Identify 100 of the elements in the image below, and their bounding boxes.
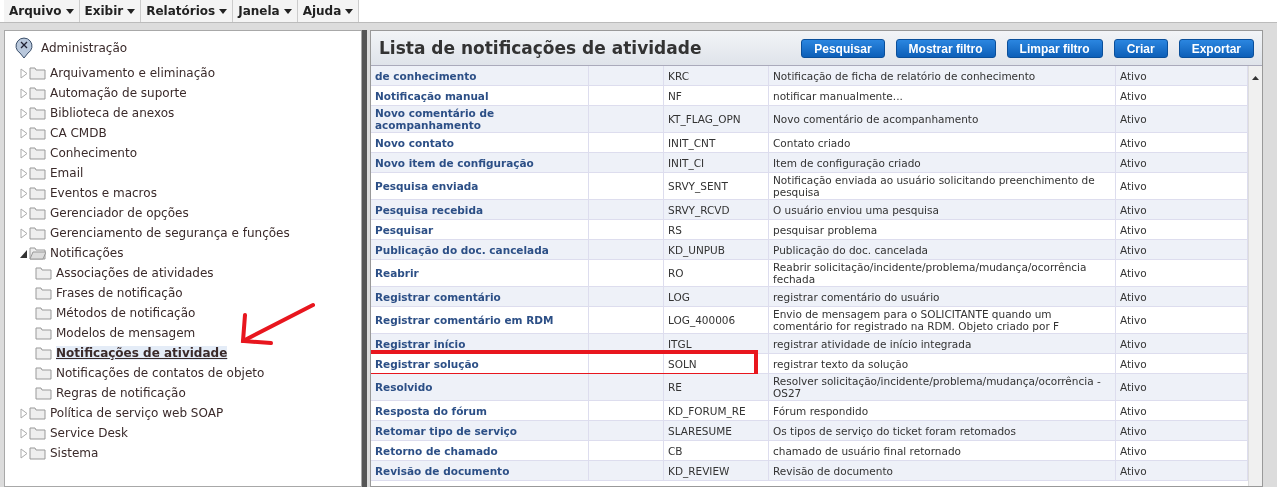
folder-icon: [29, 426, 46, 440]
folder-icon: [29, 106, 46, 120]
tree-item[interactable]: Eventos e macros: [50, 186, 157, 200]
collapsed-triangle-icon[interactable]: [19, 167, 28, 179]
description-cell: Notificação enviada ao usuário solicitando preenchimento de pesquisa: [769, 173, 1116, 199]
caret-icon: [127, 8, 136, 14]
tree-item[interactable]: Sistema: [50, 446, 99, 460]
menu-item[interactable]: Ajuda: [297, 0, 360, 22]
name-cell[interactable]: Pesquisa recebida: [371, 200, 589, 219]
name-cell[interactable]: Resposta do fórum: [371, 401, 589, 420]
code-cell: INIT_CNT: [664, 133, 769, 152]
collapsed-triangle-icon[interactable]: [19, 207, 28, 219]
code-cell: KT_FLAG_OPN: [664, 106, 769, 132]
collapsed-triangle-icon[interactable]: [19, 67, 28, 79]
tree-item[interactable]: Política de serviço web SOAP: [50, 406, 224, 420]
folder-icon: [35, 306, 52, 320]
folder-icon: [35, 346, 52, 360]
collapsed-triangle-icon[interactable]: [19, 127, 28, 139]
toolbar-button[interactable]: Exportar: [1178, 38, 1254, 58]
name-cell[interactable]: Reabrir: [371, 260, 589, 286]
tree-item[interactable]: Métodos de notificação: [56, 306, 196, 320]
code-cell: SRVY_RCVD: [664, 200, 769, 219]
name-cell[interactable]: de conhecimento: [371, 66, 589, 85]
name-cell[interactable]: Registrar solução: [371, 354, 589, 373]
folder-icon: [29, 146, 46, 160]
description-cell: pesquisar problema: [769, 220, 1116, 239]
open-folder-icon: [29, 246, 46, 260]
tree-item[interactable]: Conhecimento: [50, 146, 137, 160]
scroll-up-icon[interactable]: [1252, 76, 1259, 80]
toolbar-button[interactable]: Limpar filtro: [1006, 38, 1103, 58]
name-cell[interactable]: Registrar início: [371, 334, 589, 353]
tree-item[interactable]: Email: [50, 166, 84, 180]
name-cell[interactable]: Retorno de chamado: [371, 441, 589, 460]
tree-item[interactable]: Modelos de mensagem: [56, 326, 196, 340]
name-cell[interactable]: Novo item de configuração: [371, 153, 589, 172]
caret-icon: [345, 8, 354, 14]
tree-item[interactable]: CA CMDB: [50, 126, 107, 140]
code-cell: LOG_400006: [664, 307, 769, 333]
name-cell[interactable]: Novo comentário de acompanhamento: [371, 106, 589, 132]
tree-item[interactable]: Biblioteca de anexos: [50, 106, 175, 120]
name-cell[interactable]: Pesquisa enviada: [371, 173, 589, 199]
name-cell[interactable]: Publicação do doc. cancelada: [371, 240, 589, 259]
folder-icon: [35, 266, 52, 280]
menu-item[interactable]: Janela: [233, 0, 298, 22]
code-cell: KD_FORUM_RE: [664, 401, 769, 420]
description-cell: Envio de mensagem para o SOLICITANTE quando um comentário for registrado na RDM. Objeto criado por F: [769, 307, 1116, 333]
menu-item[interactable]: Exibir: [79, 0, 142, 22]
name-cell[interactable]: Registrar comentário: [371, 287, 589, 306]
description-cell: Reabrir solicitação/incidente/problema/mudança/ocorrência fechada: [769, 260, 1116, 286]
collapsed-triangle-icon[interactable]: [19, 107, 28, 119]
scrollbar[interactable]: [1248, 66, 1262, 486]
name-cell[interactable]: Pesquisar: [371, 220, 589, 239]
description-cell: Novo comentário de acompanhamento: [769, 106, 1116, 132]
folder-icon: [29, 126, 46, 140]
tree-item[interactable]: Frases de notificação: [56, 286, 183, 300]
tree-item[interactable]: Associações de atividades: [56, 266, 214, 280]
folder-icon: [29, 446, 46, 460]
folder-icon: [29, 186, 46, 200]
name-cell[interactable]: Resolvido: [371, 374, 589, 400]
folder-icon: [29, 206, 46, 220]
tree-item[interactable]: Gerenciador de opções: [50, 206, 189, 220]
description-cell: Item de configuração criado: [769, 153, 1116, 172]
panel-title: Lista de notificações de atividade: [379, 38, 702, 58]
name-cell[interactable]: Retomar tipo de serviço: [371, 421, 589, 440]
description-cell: Publicação do doc. cancelada: [769, 240, 1116, 259]
tree-root-label[interactable]: Administração: [41, 41, 128, 55]
menu-item[interactable]: Relatórios: [141, 0, 234, 22]
collapsed-triangle-icon[interactable]: [19, 447, 28, 459]
name-cell[interactable]: Notificação manual: [371, 86, 589, 105]
name-cell[interactable]: Revisão de documento: [371, 461, 589, 480]
tree-item[interactable]: Arquivamento e eliminação: [50, 66, 215, 80]
folder-icon: [29, 166, 46, 180]
tree-item[interactable]: Automação de suporte: [50, 86, 187, 100]
folder-icon: [35, 326, 52, 340]
tree-item[interactable]: Notificações de contatos de objeto: [56, 366, 265, 380]
toolbar-button[interactable]: Pesquisar: [801, 38, 885, 58]
collapsed-triangle-icon[interactable]: [19, 187, 28, 199]
toolbar-button[interactable]: Criar: [1113, 38, 1168, 58]
caret-icon: [65, 8, 74, 14]
code-cell: ITGL: [664, 334, 769, 353]
menu-item[interactable]: Arquivo: [4, 0, 80, 22]
collapsed-triangle-icon[interactable]: [19, 87, 28, 99]
tree-item[interactable]: Service Desk: [50, 426, 128, 440]
tree-item[interactable]: Notificações: [50, 246, 124, 260]
code-cell: LOG: [664, 287, 769, 306]
folder-icon: [29, 66, 46, 80]
name-cell[interactable]: Registrar comentário em RDM: [371, 307, 589, 333]
collapsed-triangle-icon[interactable]: [19, 227, 28, 239]
code-cell: CB: [664, 441, 769, 460]
collapsed-triangle-icon[interactable]: [19, 147, 28, 159]
tree-item[interactable]: Notificações de atividade: [56, 346, 228, 360]
code-cell: RO: [664, 260, 769, 286]
folder-icon: [29, 86, 46, 100]
collapsed-triangle-icon[interactable]: [19, 427, 28, 439]
name-cell[interactable]: Novo contato: [371, 133, 589, 152]
tree-item[interactable]: Regras de notificação: [56, 386, 186, 400]
tree-item[interactable]: Gerenciamento de segurança e funções: [50, 226, 290, 240]
description-cell: Contato criado: [769, 133, 1116, 152]
toolbar-button[interactable]: Mostrar filtro: [895, 38, 996, 58]
collapsed-triangle-icon[interactable]: [19, 407, 28, 419]
